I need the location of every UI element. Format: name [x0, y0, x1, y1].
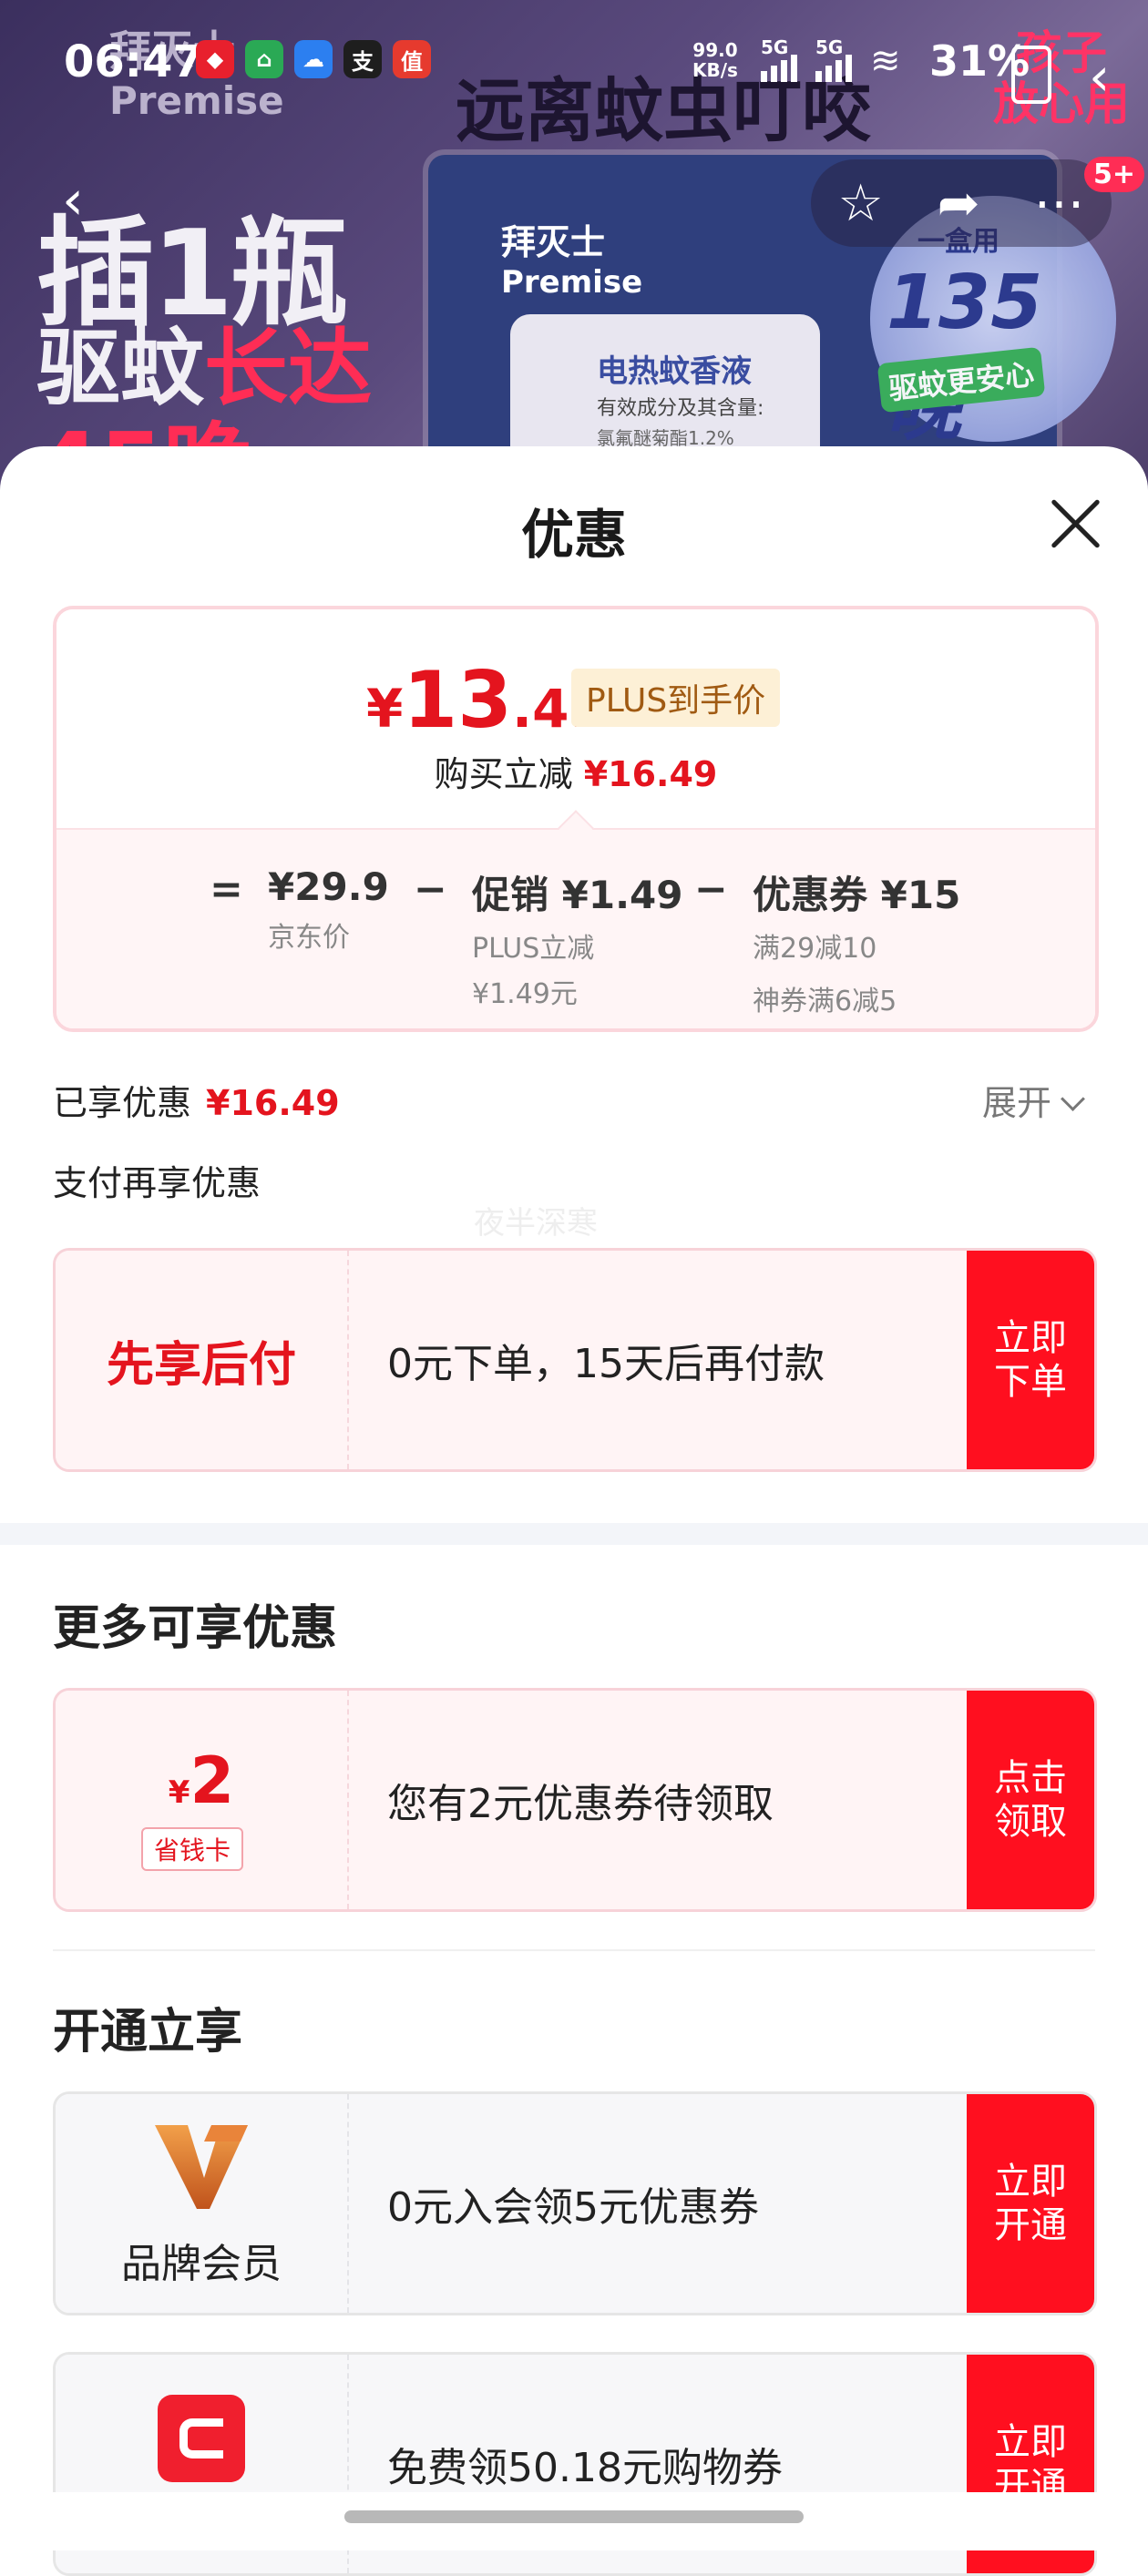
- notification-icons: ◆ ⌂ ☁ 支 值: [196, 40, 431, 78]
- minus-sign: −: [414, 866, 447, 913]
- breakdown-item: 优惠券 ¥15 满29减10 神券满6减5: [753, 873, 961, 1017]
- net-speed: 99.0 KB/s: [692, 39, 738, 81]
- back-arrow-icon[interactable]: ‹: [36, 164, 109, 237]
- instant-discount: 购买立减 ¥16.49: [434, 754, 718, 794]
- price-card: ¥13.41 PLUS到手价 购买立减 ¥16.49 = ¥29.9 京东价 −…: [53, 606, 1099, 1032]
- final-price: ¥13.41: [366, 655, 606, 746]
- battery-icon: [1011, 46, 1051, 104]
- app-icon: ◆: [196, 40, 234, 78]
- open-benefits-title: 开通立享: [53, 2005, 243, 2060]
- pay-app-icon: 支: [343, 40, 382, 78]
- share-icon[interactable]: ➦: [938, 174, 980, 233]
- brand-member-card[interactable]: 品牌会员 0元入会领5元优惠券 立即开通: [53, 2091, 1097, 2315]
- pay-again-label: 支付再享优惠: [53, 1163, 261, 1203]
- chevron-left-icon[interactable]: ‹: [1089, 46, 1110, 107]
- offer-body: 0元入会领5元优惠券: [347, 2094, 1014, 2313]
- deal-app-icon: 值: [393, 40, 431, 78]
- cart-count-badge: 5+: [1084, 157, 1145, 192]
- plus-price-tag: PLUS到手价: [571, 669, 781, 727]
- coupon-card[interactable]: ¥2 省钱卡 您有2元优惠券待领取 点击领取: [53, 1688, 1097, 1912]
- shopping-coupon-icon: [158, 2395, 245, 2482]
- pay-later-label: 先享后付: [106, 1337, 296, 1393]
- signal-icon: [761, 55, 797, 82]
- order-now-button[interactable]: 立即下单: [967, 1251, 1094, 1469]
- home-indicator[interactable]: [344, 2510, 804, 2523]
- offer-left: 品牌会员: [56, 2094, 347, 2313]
- header-actions: ☆ ➦ ⋯: [811, 159, 1112, 247]
- offer-body: 您有2元优惠券待领取: [347, 1691, 1014, 1909]
- label-title: 电热蚊香液: [597, 353, 752, 390]
- offer-left: ¥2 省钱卡: [56, 1691, 347, 1909]
- join-member-button[interactable]: 立即开通: [967, 2094, 1094, 2313]
- clock: 06:47: [64, 36, 203, 87]
- signal-icon: [815, 55, 852, 82]
- minus-sign: −: [694, 866, 728, 913]
- offer-text: 您有2元优惠券待领取: [387, 1781, 774, 1827]
- star-icon[interactable]: ☆: [837, 174, 883, 233]
- enjoyed-discount: 已享优惠 ¥16.49: [53, 1083, 340, 1123]
- close-icon[interactable]: [1039, 487, 1112, 560]
- status-bar: 06:47 ◆ ⌂ ☁ 支 值 99.0 KB/s 5G 5G ≋ 31%: [0, 0, 1148, 118]
- price-breakdown: = ¥29.9 京东价 − 促销 ¥1.49 PLUS立减 ¥1.49元 − 优…: [56, 810, 1095, 1028]
- home-app-icon: ⌂: [245, 40, 283, 78]
- watermark: 夜半深寒: [474, 1205, 598, 1242]
- offer-text: 0元下单，15天后再付款: [387, 1341, 825, 1387]
- cloud-app-icon: ☁: [294, 40, 333, 78]
- label-line: 有效成分及其含量:: [597, 397, 764, 420]
- pay-later-card[interactable]: 先享后付 0元下单，15天后再付款 立即下单: [53, 1248, 1097, 1472]
- breakdown-item: ¥29.9 京东价: [268, 864, 389, 954]
- coupon-amount: ¥2: [168, 1743, 235, 1818]
- claim-coupon-button[interactable]: 点击领取: [967, 1691, 1094, 1909]
- offer-left: 先享后付: [56, 1251, 347, 1469]
- equals-sign: =: [210, 866, 243, 913]
- brand-member-name: 品牌会员: [121, 2241, 282, 2287]
- brand-member-logo-icon: [155, 2125, 248, 2209]
- chevron-down-icon: [1061, 1087, 1085, 1111]
- expand-button[interactable]: 展开: [982, 1075, 1085, 1125]
- box-brand: 拜灭士 Premise: [501, 222, 643, 301]
- section-separator: [0, 1523, 1148, 1545]
- offer-text: 0元入会领5元优惠券: [387, 2184, 759, 2231]
- final-price-section: ¥13.41 PLUS到手价 购买立减 ¥16.49: [56, 609, 1095, 828]
- more-icon[interactable]: ⋯: [1034, 174, 1085, 233]
- wifi-icon: ≋: [870, 40, 901, 82]
- saving-card-tag: 省钱卡: [141, 1827, 244, 1871]
- sheet-title: 优惠: [520, 504, 627, 566]
- more-offers-title: 更多可享优惠: [53, 1601, 338, 1656]
- breakdown-item: 促销 ¥1.49 PLUS立减 ¥1.49元: [472, 873, 683, 1010]
- offer-body: 0元下单，15天后再付款: [347, 1251, 1014, 1469]
- divider: [53, 1949, 1095, 1951]
- offer-text: 免费领50.18元购物券: [387, 2445, 783, 2491]
